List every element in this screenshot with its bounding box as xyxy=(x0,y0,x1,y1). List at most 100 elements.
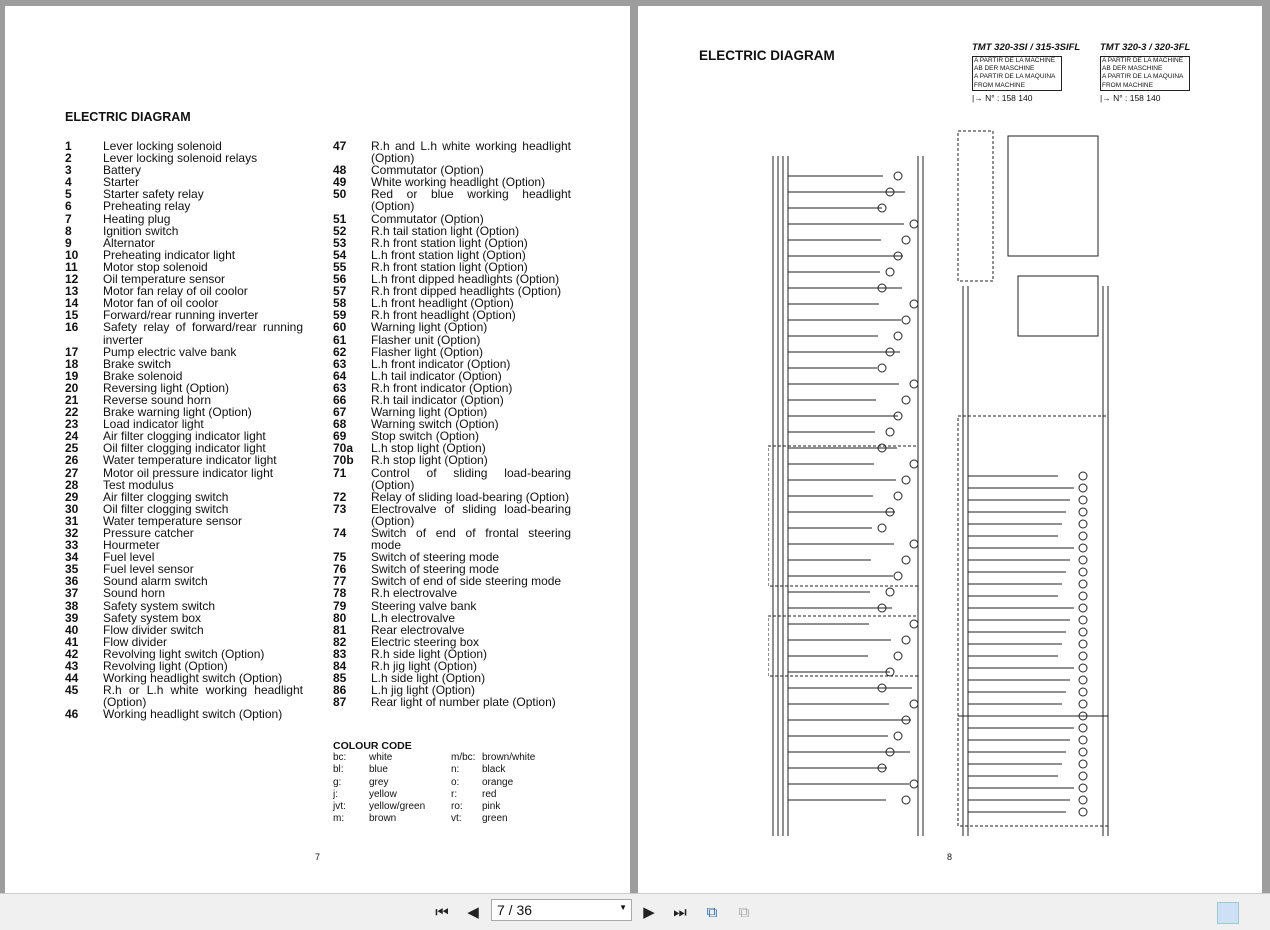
colour-abbr: o: xyxy=(451,776,460,788)
legend-item: 62 Flasher light (Option) xyxy=(333,344,573,359)
legend-item: 78 R.h electrovalve xyxy=(333,587,573,599)
item-number: 17 xyxy=(65,344,79,359)
legend-item: 7 Heating plug xyxy=(65,211,305,226)
page-number: 8 xyxy=(947,852,953,862)
item-number: 45 xyxy=(65,683,79,698)
item-number: 52 xyxy=(333,223,347,238)
item-number: 73 xyxy=(333,501,347,516)
viewer-toolbar: ⏮ ◀ 7 / 36 ▼ ▶ ⏭ ⧉ ⧉ xyxy=(0,893,1270,930)
colour-name: brown/white xyxy=(482,752,536,764)
legend-item: 26 Water temperature indicator light xyxy=(65,454,305,466)
item-number: 78 xyxy=(333,586,347,601)
legend-item: 74 Switch of end of frontal steering mode xyxy=(333,527,573,551)
colour-code-title: COLOUR CODE xyxy=(333,740,412,752)
arrow-icon: |→ xyxy=(972,92,983,103)
go-back-view-icon[interactable]: ⧉ xyxy=(702,902,722,922)
continuous-view-icon[interactable] xyxy=(1186,902,1208,924)
colour-name: yellow/green xyxy=(369,801,426,813)
item-number: 8 xyxy=(65,223,72,238)
item-label: Heating plug xyxy=(103,211,171,226)
item-label: Commutator (Option) xyxy=(371,211,484,226)
box-line: A PARTIR DE LA MAQUINA xyxy=(1102,73,1184,81)
item-label: Pump electric valve bank xyxy=(103,344,237,359)
item-label: Flasher light (Option) xyxy=(371,344,484,359)
legend-list-left: 1 Lever locking solenoid 2 Lever locking so… xyxy=(65,140,305,721)
item-number: 87 xyxy=(333,695,347,710)
item-label: R.h stop light (Option) xyxy=(371,453,488,468)
item-number: 6 xyxy=(65,199,72,214)
item-number: 7 xyxy=(65,211,72,226)
box-line: A PARTIR DE LA MACHINE xyxy=(974,57,1056,64)
item-number: 80 xyxy=(333,610,347,625)
item-number: 74 xyxy=(333,526,347,540)
colour-abbr: bc: xyxy=(333,752,347,764)
legend-item: 60 Warning light (Option) xyxy=(333,321,573,333)
colour-code: COLOUR CODE bc: white m/bc: brown/white bl: b… xyxy=(333,740,563,825)
item-number: 51 xyxy=(333,211,347,226)
two-page-continuous-view-icon[interactable] xyxy=(1247,902,1269,924)
arrow-icon: |→ xyxy=(1100,92,1111,103)
legend-item: 79 Steering valve bank xyxy=(333,598,573,613)
colour-name: green xyxy=(482,813,508,825)
single-page-view-icon[interactable] xyxy=(1156,902,1178,924)
model-name: TMT 320-3 / 320-3FL xyxy=(1100,42,1191,53)
right-page: ELECTRIC DIAGRAM TMT 320-3SI / 315-3SIFL… xyxy=(638,6,1262,893)
legend-item: 37 Sound horn xyxy=(65,587,305,599)
item-label: L.h electrovalve xyxy=(371,610,456,625)
colour-name: brown xyxy=(369,813,397,825)
legend-item: 6 Preheating relay xyxy=(65,200,305,212)
colour-abbr: m: xyxy=(333,813,345,825)
first-page-icon[interactable]: ⏮ xyxy=(432,902,452,922)
model-header: TMT 320-3 / 320-3FL A PARTIR DE LA MACHI… xyxy=(1100,42,1190,103)
legend-item: 61 Flasher unit (Option) xyxy=(333,333,573,345)
legend-list-right: 47 R.h and L.h white working headlight (O… xyxy=(333,140,573,710)
serial-number: N° : 158 140 xyxy=(985,92,1033,103)
legend-item: 3 Battery xyxy=(65,164,305,176)
next-page-icon[interactable]: ▶ xyxy=(639,902,659,922)
box-line: FROM MACHINE xyxy=(1102,81,1153,89)
item-number: 16 xyxy=(65,320,79,335)
item-label: Brake switch xyxy=(103,356,172,371)
item-number: 79 xyxy=(333,598,347,613)
item-label: Warning light (Option) xyxy=(371,320,488,335)
item-label: R.h or L.h white working headlight (Opti… xyxy=(103,683,303,710)
legend-item: 36 Sound alarm switch xyxy=(65,575,305,587)
legend-item: 18 Brake switch xyxy=(65,358,305,370)
last-page-icon[interactable]: ⏭ xyxy=(670,902,690,922)
item-label: Ignition switch xyxy=(103,223,179,238)
legend-item: 40 Flow divider switch xyxy=(65,624,305,636)
model-header: TMT 320-3SI / 315-3SIFL A PARTIR DE LA M… xyxy=(972,42,1080,103)
colour-name: blue xyxy=(369,764,388,776)
colour-abbr: j: xyxy=(333,788,338,800)
item-number: 38 xyxy=(65,598,79,613)
colour-name: yellow xyxy=(369,788,397,800)
model-name: TMT 320-3SI / 315-3SIFL xyxy=(972,42,1081,53)
item-label: Steering valve bank xyxy=(371,598,477,613)
item-number: 27 xyxy=(65,465,79,480)
chevron-down-icon[interactable]: ▼ xyxy=(619,903,627,912)
colour-abbr: n: xyxy=(451,764,460,776)
legend-item: 29 Air filter clogging switch xyxy=(65,491,305,503)
item-label: Preheating relay xyxy=(103,199,191,214)
colour-name: grey xyxy=(369,776,389,788)
box-line: A PARTIR DE LA MACHINE xyxy=(1102,57,1184,64)
page-field-value: 7 / 36 xyxy=(497,902,533,918)
legend-item: 2 Lever locking solenoid relays xyxy=(65,152,305,164)
legend-item: 72 Relay of sliding load-bearing (Option) xyxy=(333,491,573,503)
item-number: 70b xyxy=(333,453,354,468)
box-line: AB DER MASCHINE xyxy=(1102,65,1163,73)
item-label: Rear light of number plate (Option) xyxy=(371,695,556,710)
colour-name: red xyxy=(482,788,497,800)
colour-abbr: jvt: xyxy=(333,801,346,813)
go-forward-view-icon[interactable]: ⧉ xyxy=(734,902,754,922)
two-page-view-icon[interactable] xyxy=(1217,902,1239,924)
page-number: 7 xyxy=(315,852,321,862)
legend-item: 33 Hourmeter xyxy=(65,539,305,551)
item-number: 46 xyxy=(65,707,79,722)
item-label: Switch of end of frontal steering mode xyxy=(371,526,571,553)
item-number: 62 xyxy=(333,344,347,359)
legend-item: 80 L.h electrovalve xyxy=(333,612,573,624)
page-selector[interactable]: 7 / 36 ▼ xyxy=(491,899,632,921)
previous-page-icon[interactable]: ◀ xyxy=(463,902,483,922)
left-page: ELECTRIC DIAGRAM 1 Lever locking solenoid… xyxy=(5,6,630,893)
